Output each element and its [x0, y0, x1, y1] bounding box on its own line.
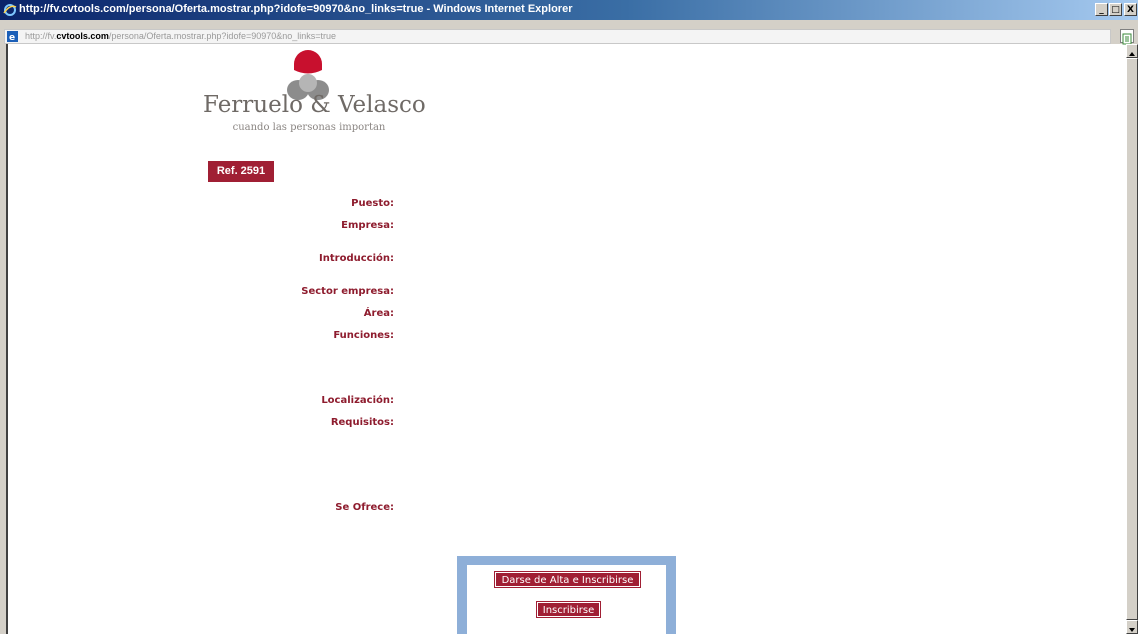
frame-divider	[6, 44, 8, 634]
address-url: http://fv.cvtools.com/persona/Oferta.mos…	[25, 31, 336, 41]
svg-text:e: e	[9, 33, 15, 42]
address-prefix: http://fv.	[25, 31, 57, 41]
close-button[interactable]: X	[1124, 3, 1137, 16]
company-name: Ferruelo & Velasco	[203, 92, 426, 118]
field-value-se-ofrece	[402, 502, 1102, 516]
field-value-localizacion	[402, 395, 1102, 409]
window-title-bar[interactable]: http://fv.cvtools.com/persona/Oferta.mos…	[0, 0, 1138, 20]
field-value-empresa	[402, 220, 1102, 234]
scroll-down-button[interactable]	[1126, 620, 1138, 634]
compatibility-view-icon[interactable]	[1120, 29, 1134, 45]
field-label-funciones: Funciones:	[333, 330, 394, 341]
address-field[interactable]: e http://fv.cvtools.com/persona/Oferta.m…	[4, 29, 1111, 44]
field-label-introduccion: Introducción:	[319, 253, 394, 264]
field-value-sector-empresa	[402, 286, 1102, 300]
field-label-requisitos: Requisitos:	[330, 417, 394, 428]
scroll-up-button[interactable]	[1126, 44, 1138, 58]
field-label-sector-empresa: Sector empresa:	[301, 286, 394, 297]
scroll-thumb[interactable]	[1126, 58, 1138, 620]
field-label-area: Área:	[363, 308, 394, 319]
address-host: cvtools.com	[56, 31, 109, 41]
page-icon: e	[7, 31, 18, 42]
minimize-button[interactable]: _	[1095, 3, 1108, 16]
field-value-area	[402, 308, 1102, 322]
arrow-down-icon	[1129, 628, 1135, 632]
internet-explorer-icon	[3, 4, 17, 16]
field-label-se-ofrece: Se Ofrece:	[335, 502, 394, 513]
field-value-introduccion	[402, 253, 1102, 267]
maximize-button[interactable]: □	[1109, 3, 1122, 16]
field-label-empresa: Empresa:	[341, 220, 394, 231]
field-label-localizacion: Localización:	[321, 395, 394, 406]
company-tagline: cuando las personas importan	[232, 122, 386, 133]
register-and-apply-button[interactable]: Darse de Alta e Inscribirse	[494, 571, 641, 588]
address-path: /persona/Oferta.mostrar.php?idofe=90970&…	[108, 31, 337, 41]
field-value-funciones	[402, 330, 1102, 344]
field-value-requisitos	[402, 417, 1102, 431]
reference-badge: Ref. 2591	[208, 161, 274, 182]
field-label-puesto: Puesto:	[351, 198, 394, 209]
window-title: http://fv.cvtools.com/persona/Oferta.mos…	[19, 3, 573, 15]
field-value-puesto	[402, 198, 1102, 212]
apply-button[interactable]: Inscribirse	[536, 601, 601, 618]
